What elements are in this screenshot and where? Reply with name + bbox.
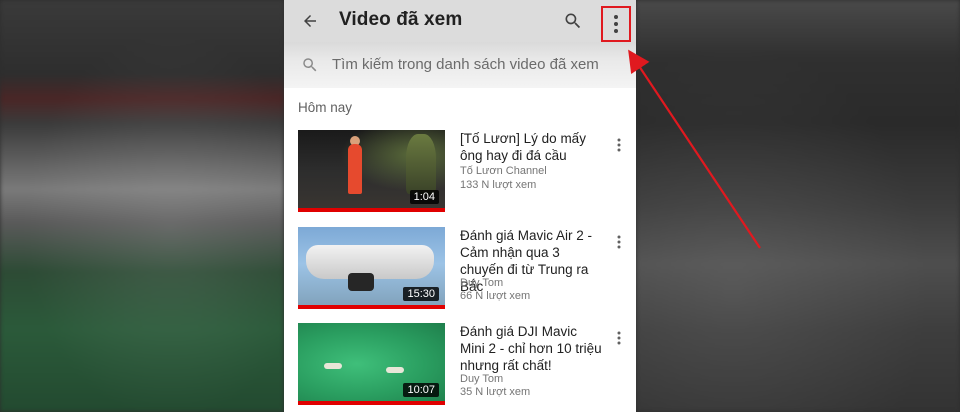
blurred-background-left [0,0,284,412]
duration-badge: 1:04 [409,190,439,204]
watched-progress-bar [298,401,445,405]
watched-progress-bar [298,305,445,309]
search-icon [565,13,581,29]
video-thumbnail[interactable]: 15:30 [298,227,445,309]
section-header-today: Hôm nay [298,100,353,115]
duration-badge: 10:07 [403,383,439,397]
app-bar: Video đã xem [284,0,636,42]
video-more-button[interactable] [613,329,625,347]
video-more-button[interactable] [613,136,625,154]
thumbnail-boat [386,367,404,373]
video-thumbnail[interactable]: 10:07 [298,323,445,405]
more-vert-icon [617,235,621,249]
thumbnail-person [348,144,362,194]
thumbnail-tree [406,134,436,194]
thumbnail-boat [324,363,342,369]
video-item[interactable]: 15:30 Đánh giá Mavic Air 2 - Cảm nhận qu… [298,227,628,311]
video-channel: Duy Tom [460,373,504,385]
blurred-background-right [636,0,960,412]
video-item[interactable]: 10:07 Đánh giá DJI Mavic Mini 2 - chỉ hơ… [298,323,628,407]
video-title[interactable]: [Tố Lươn] Lý do mấy ông hay đi đá cầu [460,130,605,164]
search-placeholder[interactable]: Tìm kiếm trong danh sách video đã xem [332,56,599,73]
watched-progress-bar [298,208,445,212]
video-views: 133 N lượt xem [460,179,537,191]
video-title[interactable]: Đánh giá DJI Mavic Mini 2 - chỉ hơn 10 t… [460,323,605,374]
back-button[interactable] [298,9,322,33]
video-channel: Tố Lươn Channel [460,165,547,177]
page-title: Video đã xem [339,9,463,30]
phone-screen: Video đã xem Tìm kiếm trong danh sách vi… [284,0,636,412]
video-views: 35 N lượt xem [460,386,531,398]
video-more-button[interactable] [613,233,625,251]
thumbnail-drone-camera [348,273,374,291]
video-item[interactable]: 1:04 [Tố Lươn] Lý do mấy ông hay đi đá c… [298,130,628,214]
history-search-bar[interactable]: Tìm kiếm trong danh sách video đã xem [284,42,636,88]
search-icon [303,58,317,72]
more-vert-icon [614,15,618,33]
video-thumbnail[interactable]: 1:04 [298,130,445,212]
video-channel: Duy Tom [460,277,504,289]
more-options-button[interactable] [601,6,631,42]
video-views: 66 N lượt xem [460,290,531,302]
more-vert-icon [617,138,621,152]
more-vert-icon [617,331,621,345]
arrow-back-icon [304,15,316,27]
duration-badge: 15:30 [403,287,439,301]
search-button[interactable] [561,9,585,33]
